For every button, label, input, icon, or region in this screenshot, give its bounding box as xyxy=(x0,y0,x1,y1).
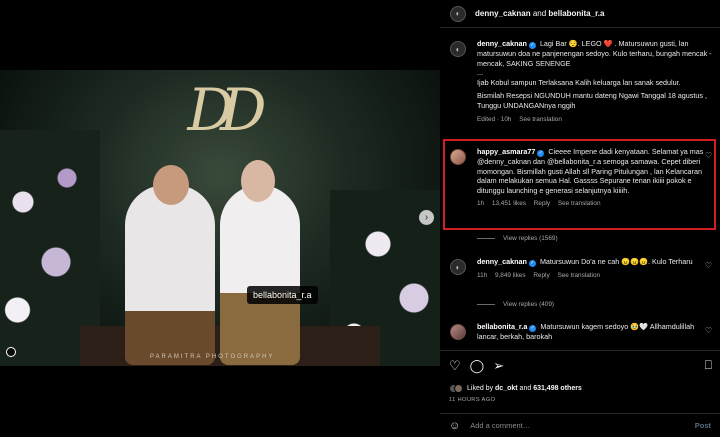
like-comment-heart-icon[interactable]: ♡ xyxy=(705,326,712,335)
comment-likes[interactable]: 9,849 likes xyxy=(495,272,526,279)
bride-head xyxy=(241,160,275,202)
header-user-link-2[interactable]: bellabonita_r.a xyxy=(548,9,604,18)
post-header: ◐ denny_caknan and bellabonita_r.a xyxy=(440,0,720,28)
post-actions-bar: ♡ ◯ ➢ ⎕ Liked by dc_okt and 631,498 othe… xyxy=(440,350,720,393)
user-tag-label[interactable]: bellabonita_r.a xyxy=(247,286,318,304)
comment-bubble-icon[interactable]: ◯ xyxy=(470,358,485,374)
comment-bellabonita: bellabonita_r.a ✓ Matursuwun kagem sedoy… xyxy=(440,322,720,342)
post-time-ago: 11 HOURS AGO xyxy=(449,397,496,403)
liked-by-count[interactable]: 631,498 others xyxy=(533,385,582,392)
liker-avatar xyxy=(454,384,463,393)
share-send-icon[interactable]: ➢ xyxy=(493,358,504,374)
bride-figure xyxy=(220,185,300,365)
view-replies-label: View replies (409) xyxy=(503,301,555,308)
avatar[interactable]: ◐ xyxy=(450,41,466,57)
comment-denny-caknan: ◐ denny_caknan ✓ Matursuwun Do'a ne cah … xyxy=(440,257,720,281)
comment-meta: 11h 9,849 likes Reply See translation xyxy=(477,271,713,281)
see-translation-link[interactable]: See translation xyxy=(557,272,600,279)
verified-badge-icon: ✓ xyxy=(528,260,536,267)
view-replies-button[interactable]: View replies (1569) xyxy=(477,235,558,242)
liked-by-and: and xyxy=(519,385,532,392)
avatar[interactable] xyxy=(450,324,466,340)
caption-username[interactable]: denny_caknan xyxy=(477,39,527,48)
post-comment-button[interactable]: Post xyxy=(695,421,711,430)
likes-summary[interactable]: Liked by dc_okt and 631,498 others xyxy=(449,384,582,393)
caption-line-4: Bismilah Resepsi NGUNDUH mantu dateng Ng… xyxy=(477,91,707,110)
add-comment-bar: ☺ Post xyxy=(440,413,720,437)
header-user-link-1[interactable]: denny_caknan xyxy=(475,9,531,18)
view-replies-label: View replies (1569) xyxy=(503,235,558,242)
groom-head xyxy=(153,165,189,205)
avatar[interactable]: ◐ xyxy=(450,259,466,275)
comment-username[interactable]: denny_caknan xyxy=(477,257,527,266)
bookmark-icon[interactable]: ⎕ xyxy=(705,358,712,373)
action-icons: ♡ ◯ ➢ xyxy=(449,358,504,374)
view-replies-button[interactable]: View replies (409) xyxy=(477,301,554,308)
liked-by-prefix: Liked by xyxy=(467,385,494,392)
see-translation-link[interactable]: See translation xyxy=(519,116,562,123)
reply-button[interactable]: Reply xyxy=(533,272,549,279)
comment-username[interactable]: bellabonita_r.a xyxy=(477,322,527,331)
comment-time: 11h xyxy=(477,272,488,279)
caption-line-3: Ijab Kobul sampun Terlaksana Kalih kelua… xyxy=(477,77,681,87)
comment-text: Matursuwun Do'a ne cah 😠😠😠. Kulo Terharu xyxy=(539,257,693,266)
caption-line-2: ... xyxy=(477,68,483,78)
verified-badge-icon: ✓ xyxy=(528,42,536,49)
post-photo[interactable]: DD PARAMITRA PHOTOGRAPHY bellabonita_r.a… xyxy=(0,70,440,366)
next-arrow-icon[interactable]: › xyxy=(419,210,434,225)
monogram-decoration: DD xyxy=(187,76,266,144)
user-tag-icon[interactable] xyxy=(6,347,16,357)
avatar[interactable]: ◐ xyxy=(450,5,466,22)
likes-text: Liked by dc_okt and 631,498 others xyxy=(467,385,582,392)
highlight-box xyxy=(443,139,716,230)
header-and-text: and xyxy=(532,9,547,18)
like-heart-icon[interactable]: ♡ xyxy=(449,358,461,374)
photo-credit: PARAMITRA PHOTOGRAPHY xyxy=(150,354,275,360)
comment-input[interactable] xyxy=(470,421,695,430)
liked-by-user[interactable]: dc_okt xyxy=(495,385,518,392)
verified-badge-icon: ✓ xyxy=(529,325,537,332)
replies-divider-line xyxy=(477,303,495,305)
caption-meta: Edited · 10h See translation xyxy=(477,115,713,125)
like-comment-heart-icon[interactable]: ♡ xyxy=(705,261,712,270)
groom-figure xyxy=(125,185,215,365)
caption: ◐ denny_caknan ✓ Lagi Bar 😌. LEGO ❤️ . M… xyxy=(440,39,720,124)
emoji-icon[interactable]: ☺ xyxy=(449,420,460,432)
post-header-users: denny_caknan and bellabonita_r.a xyxy=(475,9,604,18)
replies-divider-line xyxy=(477,237,495,239)
caption-edited-time: Edited · 10h xyxy=(477,115,512,123)
media-pane: DD PARAMITRA PHOTOGRAPHY bellabonita_r.a… xyxy=(0,0,440,437)
